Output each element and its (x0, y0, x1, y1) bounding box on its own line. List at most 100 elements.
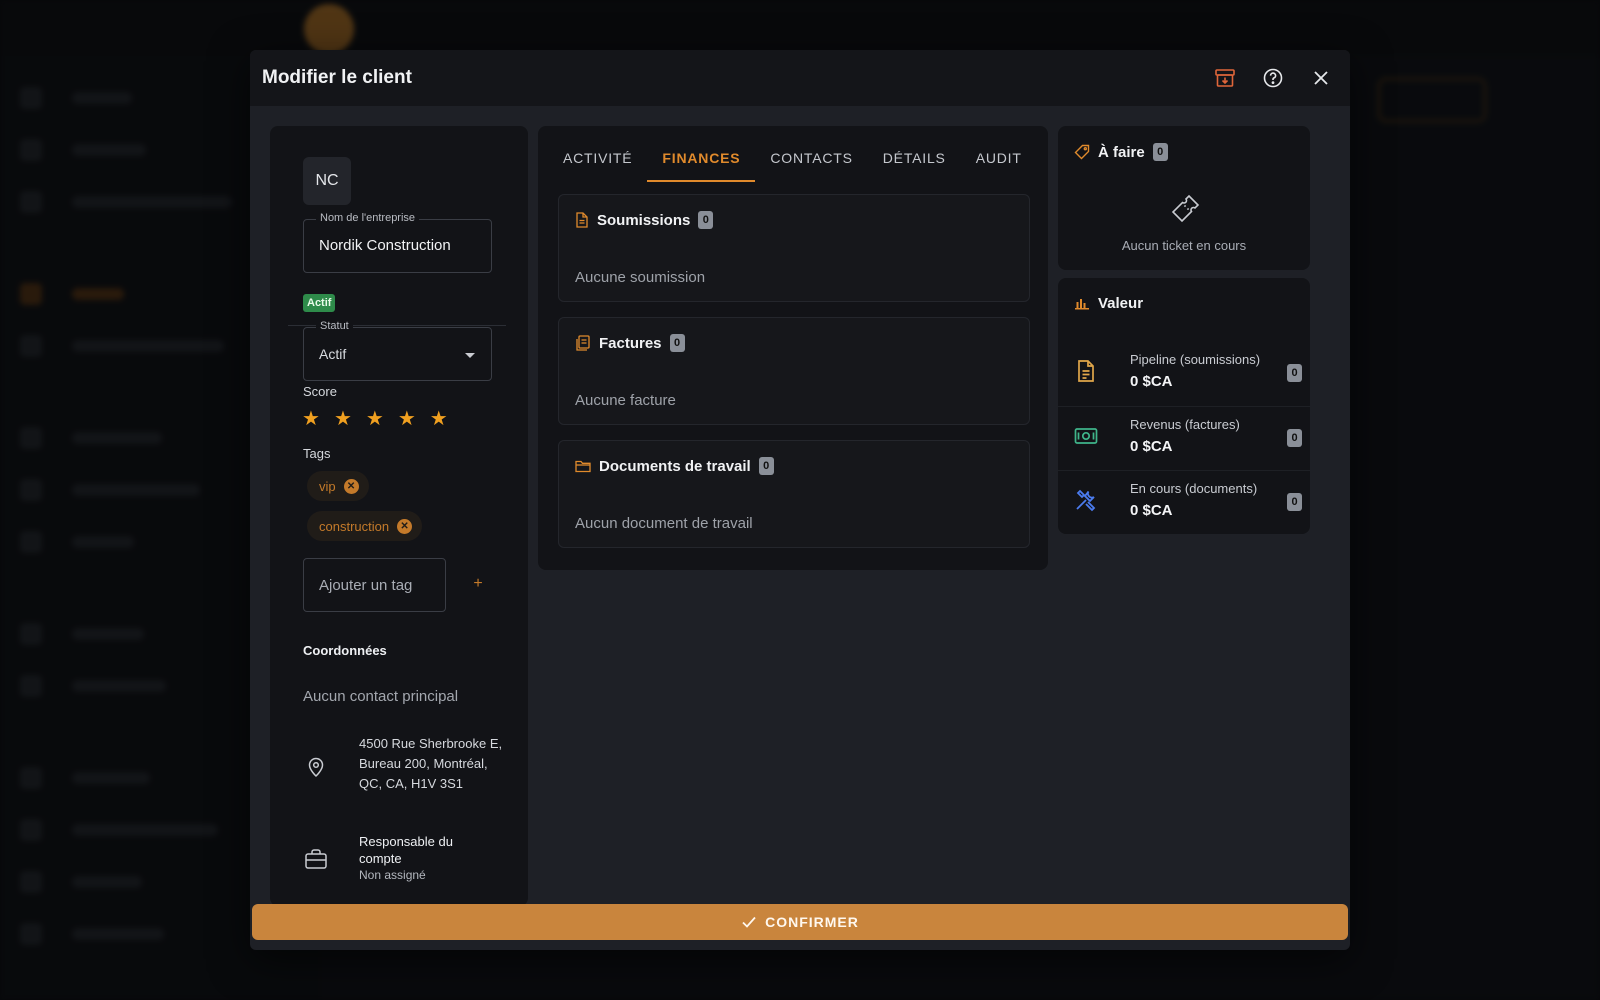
close-icon (1314, 71, 1328, 85)
tools-icon (1076, 489, 1096, 512)
ticket-icon (1171, 194, 1200, 223)
star-icon[interactable]: ★ (366, 409, 384, 429)
confirm-button[interactable]: CONFIRMER (252, 904, 1348, 940)
work-documents-count-badge: 0 (758, 457, 774, 475)
archive-button[interactable] (1210, 63, 1240, 93)
tab-audit[interactable]: AUDIT (961, 134, 1037, 182)
background-nav-item (20, 622, 144, 646)
status-select-label: Statut (316, 320, 353, 332)
tab-contacts[interactable]: CONTACTS (755, 134, 867, 182)
invoice-icon (576, 335, 590, 351)
background-avatar (304, 4, 354, 54)
background-nav-item (20, 282, 124, 306)
pipeline-count-badge: 0 (1287, 364, 1302, 382)
background-topbar (0, 0, 1600, 56)
value-title: Valeur (1098, 295, 1144, 312)
in-progress-count-badge: 0 (1287, 493, 1302, 511)
star-icon[interactable]: ★ (398, 409, 416, 429)
todo-card: À faire 0 Aucun ticket en cours (1058, 126, 1310, 270)
value-card: Valeur Pipeline (soumissions) 0 $CA 0 Re… (1058, 278, 1310, 534)
background-nav-item (20, 190, 232, 214)
tag-icon (1074, 144, 1090, 160)
status-badge: Actif (303, 294, 336, 312)
account-manager-value: Non assigné (359, 868, 426, 882)
score-stars[interactable]: ★ ★ ★ ★ ★ (302, 409, 448, 429)
tag-chip-label: construction (319, 518, 390, 534)
background-nav-item (20, 530, 134, 554)
tags-label: Tags (303, 446, 331, 461)
add-tag-input[interactable] (303, 558, 446, 612)
star-icon[interactable]: ★ (302, 409, 320, 429)
todo-title: À faire (1098, 143, 1145, 161)
invoices-title: Factures (599, 334, 662, 352)
remove-tag-icon[interactable]: ✕ (343, 478, 359, 494)
in-progress-metric-row: En cours (documents) 0 $CA 0 (1058, 470, 1310, 534)
briefcase-icon (305, 849, 327, 869)
background-nav-item (20, 426, 162, 450)
revenue-value: 0 $CA (1130, 438, 1173, 455)
chevron-down-icon (465, 353, 475, 358)
background-nav-item (20, 766, 150, 790)
no-primary-contact-text: Aucun contact principal (303, 688, 459, 705)
client-tabs-panel: ACTIVITÉ FINANCES CONTACTS DÉTAILS AUDIT Sou… (538, 126, 1048, 570)
invoices-card: Factures 0 Aucune facture (558, 317, 1030, 425)
tab-finances[interactable]: FINANCES (647, 134, 756, 182)
help-button[interactable] (1258, 63, 1288, 93)
background-nav-item (20, 138, 146, 162)
location-pin-icon (308, 757, 324, 778)
background-nav-item (20, 922, 164, 946)
tab-bar: ACTIVITÉ FINANCES CONTACTS DÉTAILS AUDIT (548, 134, 1037, 182)
status-select[interactable]: Statut Actif (303, 320, 492, 381)
help-icon (1263, 68, 1283, 88)
money-icon (1074, 428, 1098, 444)
pipeline-value: 0 $CA (1130, 373, 1173, 390)
tab-activite[interactable]: ACTIVITÉ (548, 134, 647, 182)
client-address: 4500 Rue Sherbrooke E, Bureau 200, Montr… (359, 736, 503, 791)
company-name-label: Nom de l'entreprise (316, 212, 420, 224)
quotes-count-badge: 0 (698, 211, 714, 229)
pipeline-metric-row: Pipeline (soumissions) 0 $CA 0 (1058, 342, 1310, 406)
company-name-field[interactable]: Nom de l'entreprise Nordik Construction (303, 212, 492, 273)
background-nav-item (20, 86, 132, 110)
client-avatar: NC (303, 157, 351, 205)
tag-chip-label: vip (319, 478, 336, 494)
tag-chip-vip: vip ✕ (307, 471, 369, 501)
edit-client-dialog: Modifier le client NC Nom de l'entrepris… (250, 50, 1350, 950)
revenue-count-badge: 0 (1287, 429, 1302, 447)
tag-chip-construction: construction ✕ (307, 511, 423, 541)
background-nav-item (20, 674, 166, 698)
add-tag-button[interactable]: + (466, 572, 490, 596)
document-icon (576, 212, 588, 228)
revenue-label: Revenus (factures) (1130, 417, 1240, 432)
invoices-count-badge: 0 (669, 334, 685, 352)
star-icon[interactable]: ★ (334, 409, 352, 429)
folder-icon (575, 460, 591, 473)
company-name-value: Nordik Construction (319, 237, 451, 254)
check-icon (742, 916, 756, 928)
background-nav-item (20, 334, 224, 358)
dialog-header-actions (1210, 63, 1336, 93)
background-button (1378, 78, 1486, 122)
pipeline-label: Pipeline (soumissions) (1130, 352, 1261, 367)
todo-count-badge: 0 (1152, 143, 1168, 161)
dialog-body: NC Nom de l'entreprise Nordik Constructi… (250, 106, 1350, 944)
in-progress-label: En cours (documents) (1130, 481, 1258, 496)
tab-details[interactable]: DÉTAILS (868, 134, 961, 182)
quotes-empty-text: Aucune soumission (575, 269, 706, 286)
background-nav-item (20, 478, 200, 502)
todo-empty-text: Aucun ticket en cours (1121, 238, 1247, 253)
archive-icon (1215, 69, 1235, 87)
document-icon (1078, 360, 1094, 382)
work-documents-card: Documents de travail 0 Aucun document de… (558, 440, 1030, 548)
invoices-empty-text: Aucune facture (575, 392, 676, 409)
background-nav-item (20, 818, 218, 842)
score-label: Score (303, 384, 337, 399)
close-button[interactable] (1306, 63, 1336, 93)
star-icon[interactable]: ★ (430, 409, 448, 429)
remove-tag-icon[interactable]: ✕ (397, 518, 413, 534)
quotes-title: Soumissions (597, 211, 691, 229)
revenue-metric-row: Revenus (factures) 0 $CA 0 (1058, 406, 1310, 470)
work-documents-title: Documents de travail (599, 457, 751, 475)
client-info-panel: NC Nom de l'entreprise Nordik Constructi… (270, 126, 528, 906)
in-progress-value: 0 $CA (1130, 502, 1173, 519)
